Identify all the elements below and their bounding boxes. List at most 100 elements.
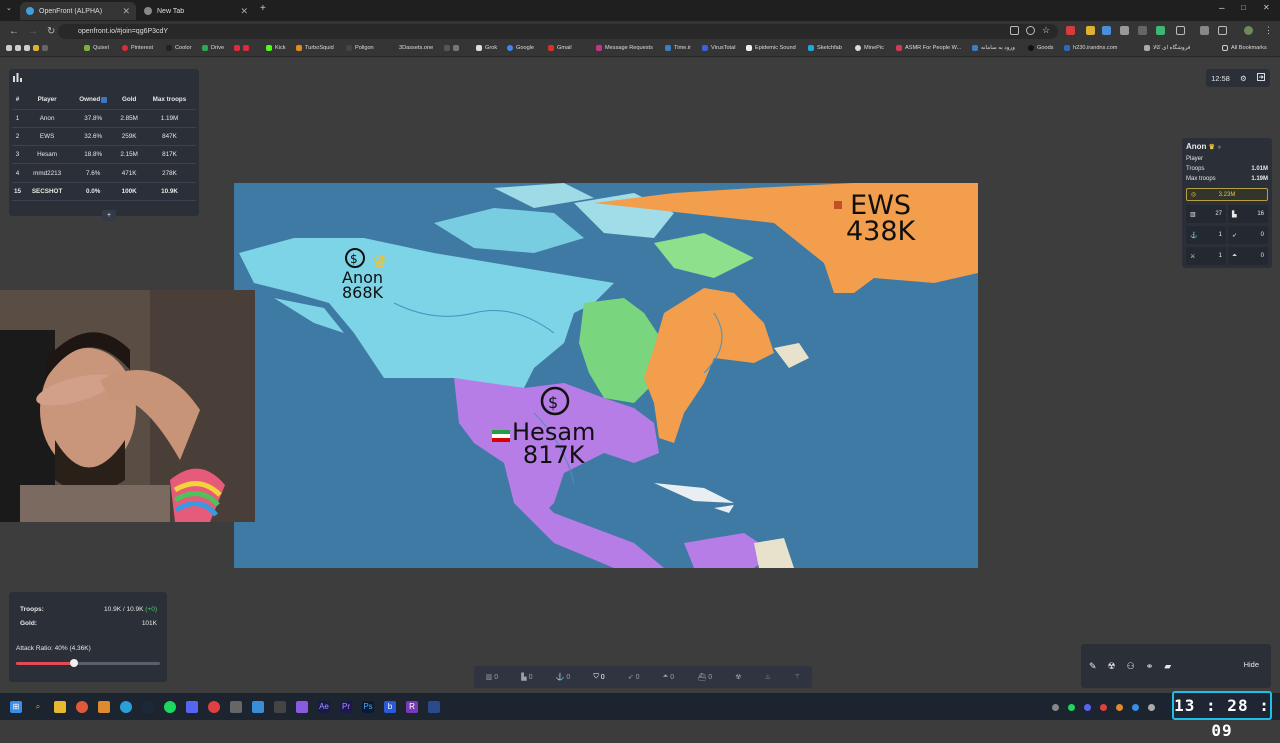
build-sam-launcher-button[interactable]: ⏶ 0 [663, 673, 675, 681]
menu-kebab-icon[interactable]: ⋮ [1264, 26, 1273, 35]
nuke-icon[interactable]: ☢ [1108, 661, 1116, 672]
search-icon[interactable]: ⌕ [32, 701, 44, 713]
close-window-button[interactable]: ✕ [1263, 3, 1270, 12]
col-max-troops-header[interactable]: Max troops [142, 91, 196, 110]
leaderboard-expand-button[interactable]: + [102, 210, 116, 221]
build-defense-post-button[interactable]: ⛉ 0 [593, 673, 604, 681]
hydrogen-bomb-button[interactable]: ♨ [765, 673, 771, 681]
leaderboard-row-self[interactable]: 15 SECSHOT 0.0% 100K 10.9K [12, 182, 196, 201]
chat-icon[interactable]: ▰ [1164, 661, 1171, 672]
tray-bluetooth-icon[interactable] [1132, 704, 1139, 711]
app-purple-icon[interactable] [296, 701, 308, 713]
bookmark-youtube-icons[interactable] [234, 45, 249, 51]
bookmark-drive[interactable]: Drive [202, 45, 224, 51]
extension-dark-icon[interactable] [1138, 26, 1147, 35]
settings-gear-icon[interactable]: ⚙ [1240, 74, 1247, 83]
maximize-button[interactable]: □ [1241, 3, 1246, 12]
bookmark-pinterest[interactable]: Pinterest [122, 45, 153, 51]
windows-start-icon[interactable]: ⊞ [10, 701, 22, 713]
leaderboard-row[interactable]: 2 EWS 32.6% 259K 847K [12, 127, 196, 147]
bookmark-shop[interactable]: فروشگاه ای کالا [1144, 45, 1190, 51]
bookmark-misc-icons[interactable] [444, 45, 459, 51]
build-missile-silo-button[interactable]: ➶ 0 [628, 673, 640, 682]
extensions-puzzle-icon[interactable] [1176, 26, 1185, 35]
file-explorer-icon[interactable] [54, 701, 66, 713]
photoshop-icon[interactable]: Ps [362, 701, 374, 713]
troops-icon[interactable]: ⚇ [1127, 661, 1135, 672]
steam-icon[interactable] [142, 701, 154, 713]
tab-search-icon[interactable]: ⌄ [6, 4, 12, 12]
attack-ratio-thumb[interactable] [69, 659, 78, 667]
col-player-header[interactable]: Player [23, 91, 72, 110]
bookmark-message-requests[interactable]: Message Requests [596, 45, 653, 51]
bookmark-sketchfab[interactable]: Sketchfab [808, 45, 842, 51]
bookmark-minepic[interactable]: MinePic [855, 45, 884, 51]
attack-ratio-slider[interactable] [16, 659, 160, 667]
alliance-handshake-icon[interactable]: ⚭ [1146, 661, 1154, 672]
mirv-button[interactable]: ⚚ [794, 673, 800, 681]
all-bookmarks-button[interactable]: All Bookmarks [1222, 45, 1267, 51]
exit-icon[interactable] [1256, 73, 1265, 83]
build-city-button[interactable]: ▥ 0 [486, 673, 499, 682]
app-grey-icon[interactable] [230, 701, 242, 713]
tray-wifi-icon[interactable] [1148, 704, 1155, 711]
build-factory-button[interactable]: ▙ 0 [521, 673, 532, 682]
profile-extension-icon[interactable] [1200, 26, 1209, 35]
hide-button[interactable]: Hide [1244, 660, 1259, 669]
bookmark-icons-group[interactable] [6, 45, 48, 51]
bookmark-quixel[interactable]: Quixel [84, 45, 109, 51]
forward-arrow-icon[interactable]: → [28, 26, 38, 37]
app-red-icon[interactable] [208, 701, 220, 713]
chrome-icon[interactable] [76, 701, 88, 713]
spotify-icon[interactable] [164, 701, 176, 713]
bookmark-epidemic-sound[interactable]: Epidemic Sound [746, 45, 796, 51]
cast-icon[interactable] [1010, 26, 1019, 35]
tray-record-icon[interactable] [1100, 704, 1107, 711]
bookmark-turbosquid[interactable]: TurboSquid [296, 45, 334, 51]
app-blue-icon[interactable] [252, 701, 264, 713]
url-input[interactable]: openfront.io/#join=qg6P3cdY [58, 24, 1058, 39]
premiere-icon[interactable]: Pr [340, 701, 352, 713]
app-b-icon[interactable]: b [384, 701, 396, 713]
bookmark-goods[interactable]: Goods [1028, 45, 1053, 51]
game-viewport[interactable]: # Player Owned Gold Max troops 1 Anon 37… [0, 58, 1280, 693]
build-port-button[interactable]: ⚓ 0 [556, 673, 571, 682]
terminal-icon[interactable] [274, 701, 286, 713]
tray-orange-icon[interactable] [1116, 704, 1123, 711]
telegram-icon[interactable] [120, 701, 132, 713]
leaderboard-row[interactable]: 1 Anon 37.8% 2.85M 1.19M [12, 109, 196, 128]
bookmark-samaneh[interactable]: ورود به سامانه [972, 45, 1015, 51]
leaderboard-chart-icon[interactable] [13, 73, 22, 84]
bookmark-time-ir[interactable]: Time.ir [665, 45, 691, 51]
bookmark-star-icon[interactable]: ☆ [1042, 26, 1051, 35]
close-tab-icon[interactable]: ✕ [122, 6, 130, 17]
extension-grey-icon[interactable] [1120, 26, 1129, 35]
bookmark-grok[interactable]: Grok [476, 45, 497, 51]
leaderboard-row[interactable]: 3 Hesam 18.8% 2.15M 817K [12, 145, 196, 165]
bookmark-poligon[interactable]: Poligon [346, 45, 374, 51]
col-owned-header[interactable]: Owned [71, 91, 116, 110]
bookmark-irandns[interactable]: h230.irandns.com [1064, 45, 1117, 51]
bookmark-kick[interactable]: Kick [266, 45, 286, 51]
profile-avatar[interactable] [1244, 26, 1253, 35]
blender-icon[interactable] [98, 701, 110, 713]
game-map[interactable]: $ ♛ $ Anon 868K EWS 438K Hesam 817K [234, 183, 978, 568]
extension-green-icon[interactable] [1156, 26, 1165, 35]
close-tab-icon[interactable]: ✕ [240, 6, 248, 17]
extension-blue-icon[interactable] [1102, 26, 1111, 35]
atom-bomb-button[interactable]: ☢ [735, 673, 741, 681]
tab-openfront[interactable]: OpenFront (ALPHA) ✕ [20, 2, 136, 20]
extension-yellow-icon[interactable] [1086, 26, 1095, 35]
bookmark-google[interactable]: Google [507, 45, 534, 51]
side-panel-icon[interactable] [1218, 26, 1227, 35]
tab-new-tab[interactable]: New Tab ✕ [138, 2, 254, 20]
app-r-icon[interactable]: R [406, 701, 418, 713]
bookmark-3dassets[interactable]: 3Dassets.one [390, 45, 433, 51]
col-gold-header[interactable]: Gold [115, 91, 143, 110]
new-tab-button[interactable]: + [260, 3, 266, 14]
after-effects-icon[interactable]: Ae [318, 701, 330, 713]
back-arrow-icon[interactable]: ← [9, 26, 19, 37]
paint-brush-icon[interactable]: ✎ [1089, 661, 1097, 672]
bookmark-virustotal[interactable]: VirusTotal [702, 45, 735, 51]
bookmark-asmr[interactable]: ASMR For People W... [896, 45, 961, 51]
